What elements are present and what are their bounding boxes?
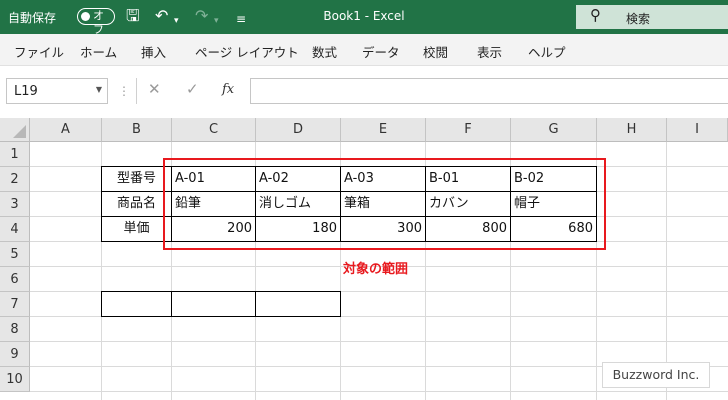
row-header-5[interactable]: 5 <box>0 242 30 267</box>
column-header-h[interactable]: H <box>597 118 667 142</box>
customize-quick-access-icon[interactable]: ≡ <box>236 9 246 29</box>
search-icon: ⚲ <box>590 6 601 24</box>
chevron-down-icon[interactable]: ▼ <box>96 85 102 94</box>
formula-bar-divider <box>136 78 137 104</box>
tab-file[interactable]: ファイル <box>14 42 64 61</box>
tab-data[interactable]: データ <box>362 42 400 61</box>
column-header-c[interactable]: C <box>172 118 256 142</box>
tab-review[interactable]: 校閲 <box>423 42 448 61</box>
undo-dropdown-icon[interactable]: ▾ <box>174 11 179 31</box>
row-header-6[interactable]: 6 <box>0 267 30 292</box>
row-header-7[interactable]: 7 <box>0 292 30 317</box>
save-icon[interactable]: 🖫 <box>126 6 140 26</box>
redo-dropdown-icon[interactable]: ▾ <box>214 11 219 31</box>
tab-insert[interactable]: 挿入 <box>141 42 166 61</box>
title-bar: 自動保存 オフ 🖫 ↶ ▾ ↷ ▾ ≡ Book1 - Excel ⚲ 検索 <box>0 0 728 36</box>
row-header-1[interactable]: 1 <box>0 142 30 167</box>
target-range-annotation: 対象の範囲 <box>343 262 409 277</box>
gridline <box>30 391 728 392</box>
cell-b2[interactable]: 型番号 <box>102 167 171 191</box>
gridline <box>30 341 728 342</box>
cell-c7[interactable] <box>172 292 255 316</box>
column-header-d[interactable]: D <box>256 118 341 142</box>
autosave-state: オフ <box>93 9 104 36</box>
table-border <box>101 316 341 317</box>
redo-icon[interactable]: ↷ <box>195 6 208 26</box>
row-header-8[interactable]: 8 <box>0 317 30 342</box>
tab-home[interactable]: ホーム <box>80 42 117 61</box>
search-label: 検索 <box>626 12 651 26</box>
cell-b4[interactable]: 単価 <box>102 217 171 241</box>
column-header-g[interactable]: G <box>511 118 597 142</box>
name-box-value: L19 <box>14 84 38 99</box>
name-box[interactable]: L19 ▼ <box>6 78 108 104</box>
toggle-knob <box>81 11 90 21</box>
formula-input[interactable] <box>250 78 728 104</box>
tab-page-layout[interactable]: ページ レイアウト <box>195 42 299 61</box>
cell-b7[interactable] <box>102 292 171 316</box>
search-box[interactable]: ⚲ 検索 <box>576 5 728 29</box>
row-header-10[interactable]: 10 <box>0 367 30 392</box>
row-header-3[interactable]: 3 <box>0 192 30 217</box>
cell-d7[interactable] <box>256 292 340 316</box>
cancel-icon[interactable]: ✕ <box>148 80 161 98</box>
select-all-icon <box>13 125 26 138</box>
column-header-a[interactable]: A <box>30 118 102 142</box>
undo-icon[interactable]: ↶ <box>155 6 168 26</box>
tab-view[interactable]: 表示 <box>477 42 502 61</box>
tab-help[interactable]: ヘルプ <box>528 42 566 61</box>
cell-b3[interactable]: 商品名 <box>102 192 171 216</box>
watermark: Buzzword Inc. <box>602 362 710 388</box>
worksheet-grid[interactable]: A B C D E F G H I 1 2 3 4 5 6 7 8 9 10 型… <box>0 118 728 400</box>
column-header-i[interactable]: I <box>667 118 728 142</box>
enter-icon[interactable]: ✓ <box>186 80 199 98</box>
select-all-button[interactable] <box>0 118 30 142</box>
ribbon-tabs: ファイル ホーム 挿入 ページ レイアウト 数式 データ 校閲 表示 ヘルプ <box>0 34 728 66</box>
column-header-b[interactable]: B <box>102 118 172 142</box>
autosave-toggle[interactable]: オフ <box>77 8 115 36</box>
table-border <box>340 291 341 317</box>
drag-handle-icon[interactable]: ⋮ <box>118 84 130 98</box>
column-header-f[interactable]: F <box>426 118 511 142</box>
insert-function-icon[interactable]: fx <box>222 82 234 97</box>
formula-bar: L19 ▼ ⋮ ✕ ✓ fx <box>0 66 728 118</box>
tab-formulas[interactable]: 数式 <box>312 42 337 61</box>
row-header-2[interactable]: 2 <box>0 167 30 192</box>
column-header-e[interactable]: E <box>341 118 426 142</box>
target-range-highlight <box>163 158 606 250</box>
autosave-label: 自動保存 <box>8 11 57 25</box>
row-header-4[interactable]: 4 <box>0 217 30 242</box>
row-header-9[interactable]: 9 <box>0 342 30 367</box>
